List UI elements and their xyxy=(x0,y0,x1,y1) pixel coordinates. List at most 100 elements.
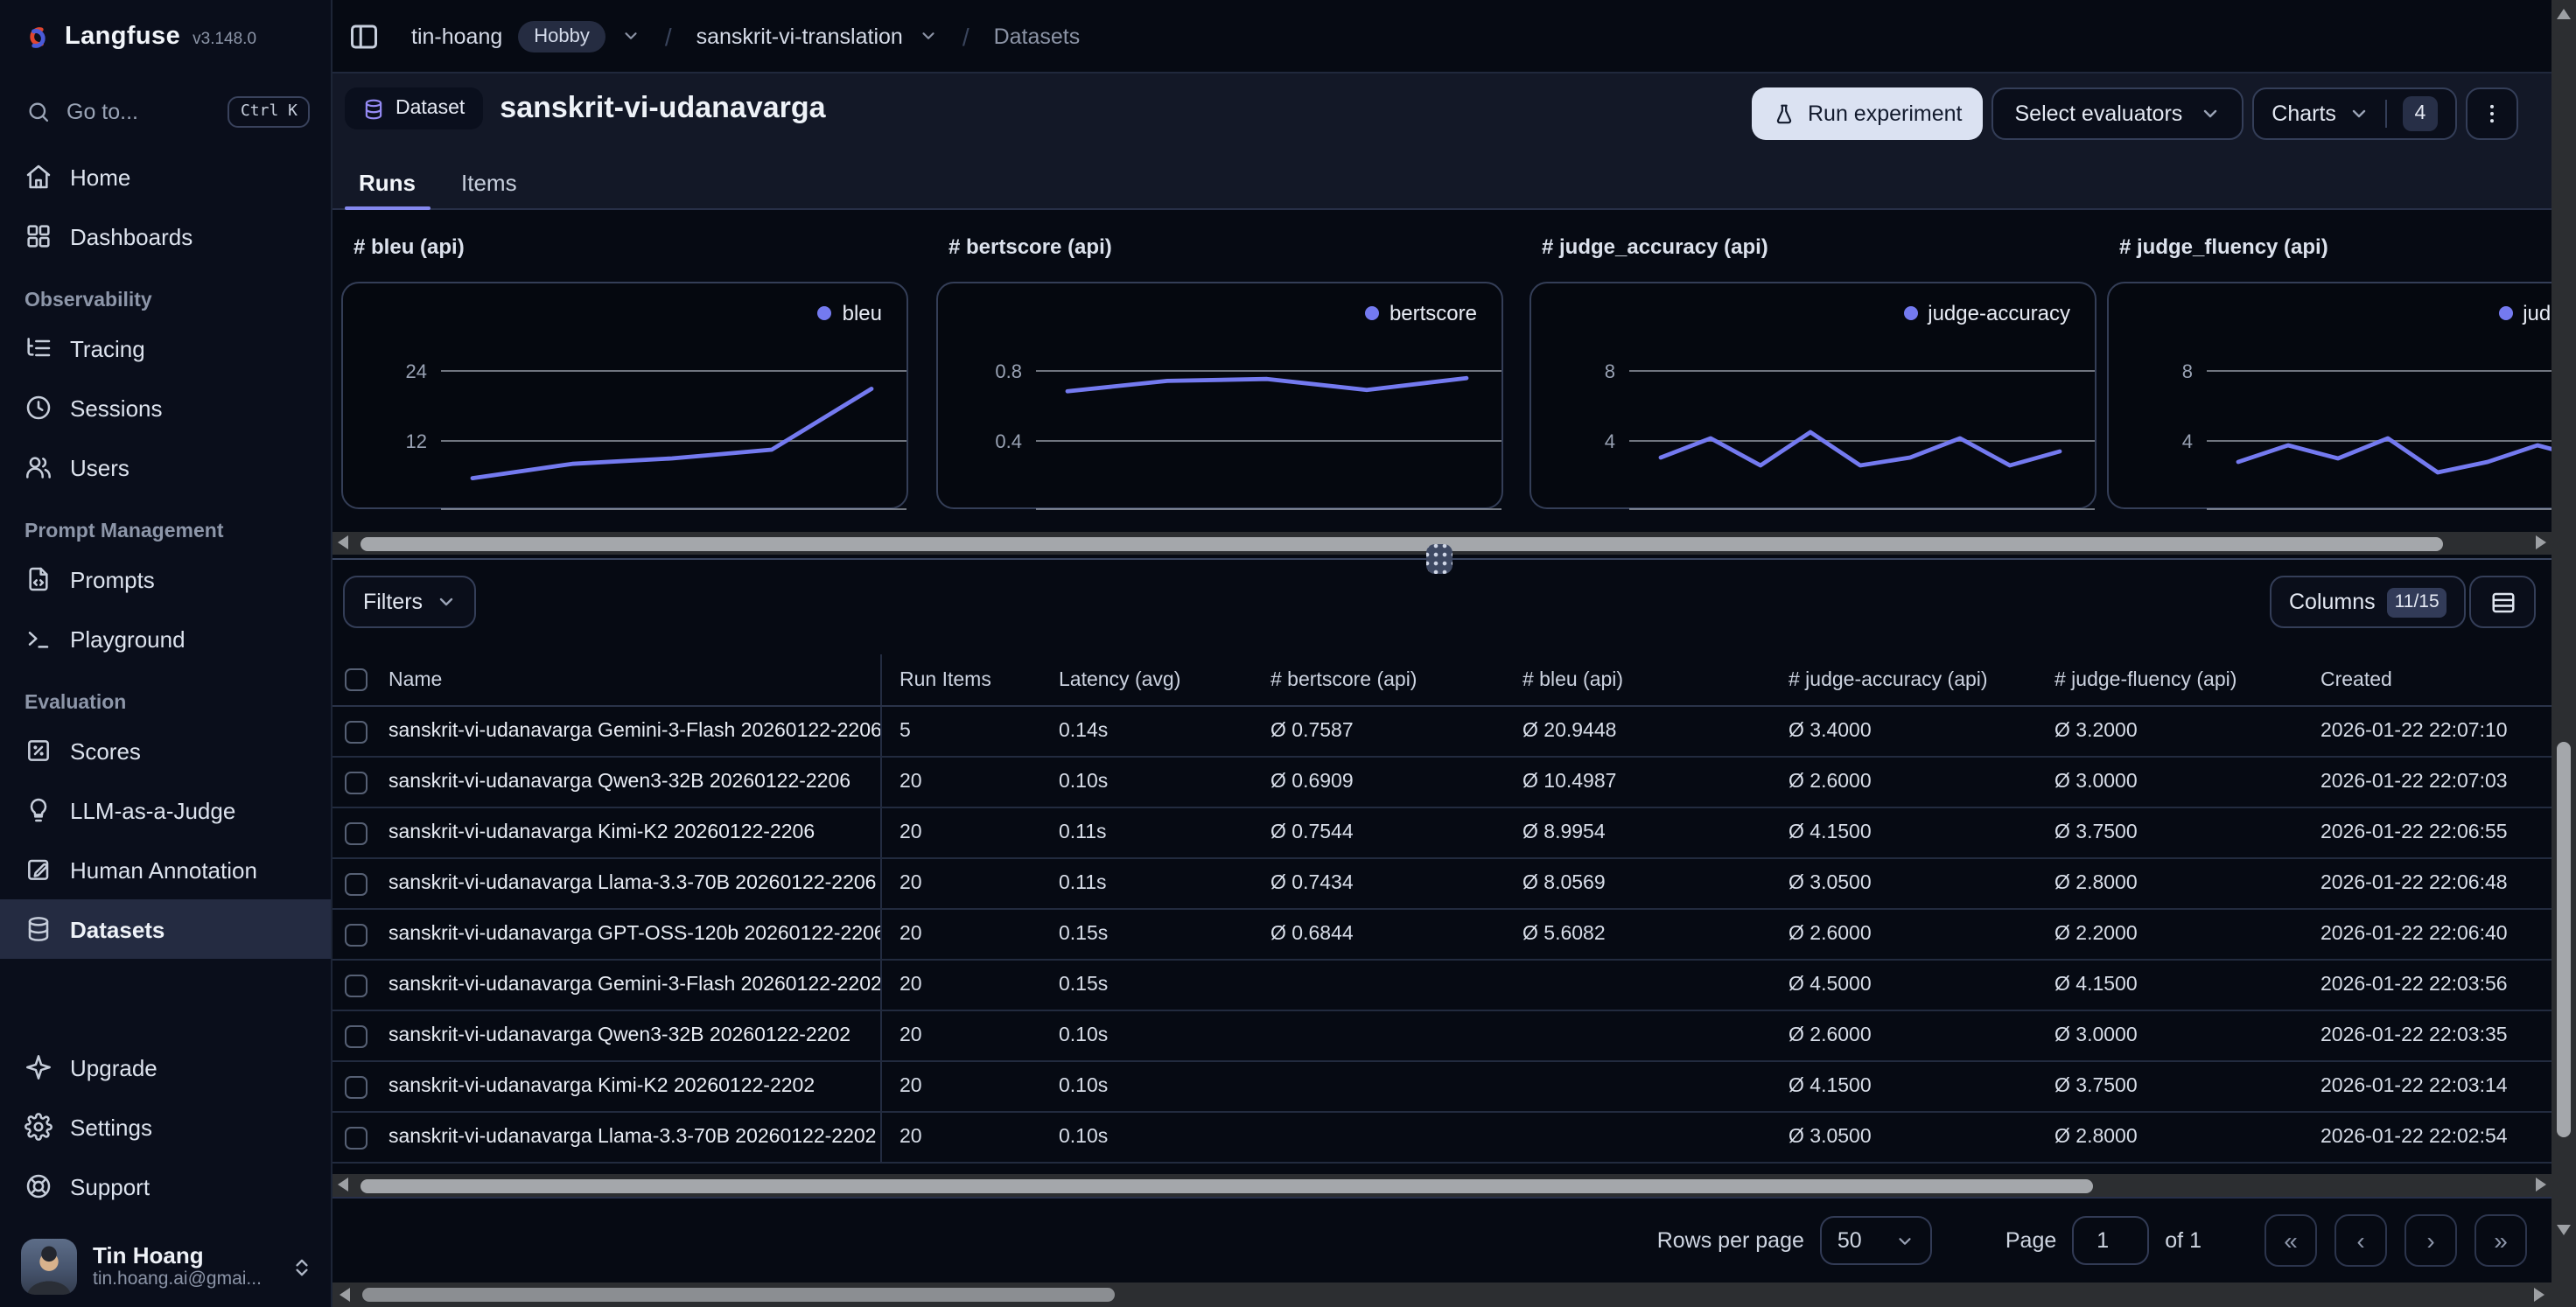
row-checkbox[interactable] xyxy=(345,1024,368,1047)
scroll-down-icon[interactable] xyxy=(2556,1225,2570,1235)
table-row[interactable]: sanskrit-vi-udanavarga Kimi-K2 20260122-… xyxy=(332,808,2552,859)
chart-legend: judge-accuracy xyxy=(1903,301,2070,325)
row-height-button[interactable] xyxy=(2469,576,2536,628)
panel-resize-handle[interactable] xyxy=(1426,544,1452,574)
row-checkbox[interactable] xyxy=(345,821,368,844)
window-vertical-scrollbar[interactable] xyxy=(2552,0,2576,1307)
filters-button[interactable]: Filters xyxy=(343,576,476,628)
cell-judge-accuracy: Ø 4.5000 xyxy=(1771,975,2037,996)
tab-items[interactable]: Items xyxy=(447,156,531,208)
table-row[interactable]: sanskrit-vi-udanavarga GPT-OSS-120b 2026… xyxy=(332,910,2552,961)
column-header-latency[interactable]: Latency (avg) xyxy=(1041,669,1253,690)
table-row[interactable]: sanskrit-vi-udanavarga Gemini-3-Flash 20… xyxy=(332,707,2552,758)
cell-run-items: 5 xyxy=(882,721,1041,742)
svg-text:12: 12 xyxy=(406,430,427,452)
chart-1: # bleu (api)2412bleu xyxy=(341,234,908,509)
scrollbar-thumb[interactable] xyxy=(2557,742,2571,1137)
table-horizontal-scrollbar[interactable] xyxy=(332,1174,2552,1197)
dataset-badge-label: Dataset xyxy=(396,98,465,119)
charts-button[interactable]: Charts 4 xyxy=(2252,87,2457,140)
row-checkbox[interactable] xyxy=(345,771,368,793)
sidebar-item-upgrade[interactable]: Upgrade xyxy=(0,1038,331,1097)
user-menu[interactable]: Tin Hoang tin.hoang.ai@gmai... xyxy=(0,1227,331,1307)
column-header-judge-fluency[interactable]: # judge-fluency (api) xyxy=(2037,669,2303,690)
sidebar-item-scores[interactable]: Scores xyxy=(0,721,331,780)
legend-dot-icon xyxy=(1903,306,1917,320)
cell-judge-fluency: Ø 3.0000 xyxy=(2037,772,2303,793)
table-row[interactable]: sanskrit-vi-udanavarga Qwen3-32B 2026012… xyxy=(332,758,2552,808)
shortcut-badge: Ctrl K xyxy=(228,96,310,128)
cell-latency: 0.15s xyxy=(1041,924,1253,945)
sidebar-item-sessions[interactable]: Sessions xyxy=(0,378,331,437)
last-page-button[interactable]: » xyxy=(2474,1214,2527,1267)
cell-bleu: Ø 8.0569 xyxy=(1505,873,1771,894)
sidebar-item-prompts[interactable]: Prompts xyxy=(0,549,331,609)
page-of-label: of 1 xyxy=(2165,1228,2202,1253)
scrollbar-thumb[interactable] xyxy=(360,1178,2093,1192)
go-to-search[interactable]: Go to... Ctrl K xyxy=(21,89,310,135)
select-all-checkbox[interactable] xyxy=(345,668,368,691)
legend-label: bertscore xyxy=(1390,301,1477,325)
column-header-run-items[interactable]: Run Items xyxy=(882,669,1041,690)
next-page-button[interactable]: › xyxy=(2404,1214,2457,1267)
sidebar-item-playground[interactable]: Playground xyxy=(0,609,331,668)
scroll-right-icon[interactable] xyxy=(2536,1178,2546,1192)
sidebar-item-tracing[interactable]: Tracing xyxy=(0,318,331,378)
row-checkbox[interactable] xyxy=(345,974,368,996)
table-row[interactable]: sanskrit-vi-udanavarga Kimi-K2 20260122-… xyxy=(332,1062,2552,1113)
app-logo-row[interactable]: Langfuse v3.148.0 xyxy=(0,0,331,73)
column-header-name[interactable]: Name xyxy=(378,654,882,705)
table-row[interactable]: sanskrit-vi-udanavarga Llama-3.3-70B 202… xyxy=(332,1113,2552,1164)
column-header-bertscore[interactable]: # bertscore (api) xyxy=(1253,669,1505,690)
scrollbar-thumb[interactable] xyxy=(360,536,2443,550)
table-row[interactable]: sanskrit-vi-udanavarga Llama-3.3-70B 202… xyxy=(332,859,2552,910)
sidebar-item-dashboards[interactable]: Dashboards xyxy=(0,206,331,266)
scroll-up-icon[interactable] xyxy=(2556,9,2570,19)
columns-button[interactable]: Columns 11/15 xyxy=(2270,576,2466,628)
scrollbar-thumb[interactable] xyxy=(362,1288,1115,1302)
chevron-down-icon[interactable] xyxy=(621,26,640,45)
page-input[interactable]: 1 xyxy=(2072,1216,2149,1265)
column-header-bleu[interactable]: # bleu (api) xyxy=(1505,669,1771,690)
previous-page-button[interactable]: ‹ xyxy=(2334,1214,2387,1267)
table-row[interactable]: sanskrit-vi-udanavarga Qwen3-32B 2026012… xyxy=(332,1011,2552,1062)
row-checkbox[interactable] xyxy=(345,872,368,895)
scroll-right-icon[interactable] xyxy=(2536,535,2546,549)
scroll-left-icon[interactable] xyxy=(338,535,348,549)
column-header-judge-accuracy[interactable]: # judge-accuracy (api) xyxy=(1771,669,2037,690)
rows-per-page-select[interactable]: 50 xyxy=(1820,1216,1932,1265)
tab-runs[interactable]: Runs xyxy=(345,156,430,208)
row-checkbox[interactable] xyxy=(345,1126,368,1149)
dataset-badge[interactable]: Dataset xyxy=(345,87,482,129)
breadcrumb-org[interactable]: tin-hoang xyxy=(411,24,502,48)
sidebar-item-support[interactable]: Support xyxy=(0,1157,331,1216)
breadcrumb-page[interactable]: Datasets xyxy=(994,24,1081,48)
scroll-left-icon[interactable] xyxy=(340,1287,350,1301)
scroll-left-icon[interactable] xyxy=(338,1178,348,1192)
chevron-down-icon[interactable] xyxy=(919,26,938,45)
chart-line xyxy=(1661,432,2060,465)
sidebar-item-users[interactable]: Users xyxy=(0,437,331,497)
window-horizontal-scrollbar[interactable] xyxy=(332,1283,2552,1307)
cell-name: sanskrit-vi-udanavarga Gemini-3-Flash 20… xyxy=(378,961,882,1010)
sidebar-item-human-annotation[interactable]: Human Annotation xyxy=(0,840,331,899)
select-evaluators-button[interactable]: Select evaluators xyxy=(1992,87,2244,140)
cell-bertscore: Ø 0.6909 xyxy=(1253,772,1505,793)
scroll-right-icon[interactable] xyxy=(2534,1287,2544,1301)
first-page-button[interactable]: « xyxy=(2264,1214,2317,1267)
sidebar-item-llm-as-a-judge[interactable]: LLM-as-a-Judge xyxy=(0,780,331,840)
table-row[interactable]: sanskrit-vi-udanavarga Gemini-3-Flash 20… xyxy=(332,961,2552,1011)
more-actions-button[interactable] xyxy=(2466,87,2518,140)
row-checkbox[interactable] xyxy=(345,923,368,946)
row-checkbox[interactable] xyxy=(345,1075,368,1098)
breadcrumb-project[interactable]: sanskrit-vi-translation xyxy=(696,24,903,48)
cell-bleu: Ø 20.9448 xyxy=(1505,721,1771,742)
column-header-created[interactable]: Created xyxy=(2303,669,2552,690)
run-experiment-button[interactable]: Run experiment xyxy=(1752,87,1984,140)
sidebar-item-home[interactable]: Home xyxy=(0,147,331,206)
row-checkbox[interactable] xyxy=(345,720,368,743)
sidebar-item-settings[interactable]: Settings xyxy=(0,1097,331,1157)
sidebar-toggle-icon[interactable] xyxy=(348,20,380,52)
sidebar-item-datasets[interactable]: Datasets xyxy=(0,899,331,959)
table-footer: Rows per page 50 Page 1 of 1 « ‹ › » xyxy=(332,1197,2552,1283)
